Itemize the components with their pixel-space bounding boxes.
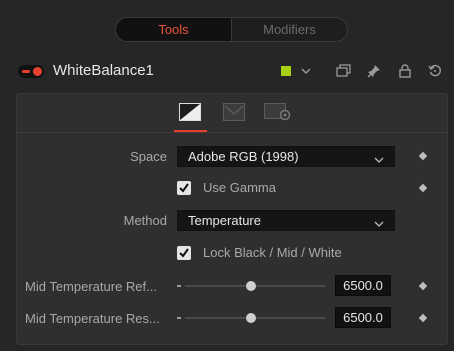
chevron-down-icon[interactable] <box>297 62 315 80</box>
reset-icon[interactable] <box>426 62 444 80</box>
white-balance-icon[interactable] <box>179 103 201 121</box>
mid-temperature-ref-label: Mid Temperature Ref... <box>25 279 157 294</box>
use-gamma-keyframe-diamond[interactable] <box>418 183 428 193</box>
method-value: Temperature <box>188 213 261 228</box>
pin-icon[interactable] <box>365 62 383 80</box>
settings-icon[interactable] <box>264 103 292 121</box>
use-gamma-label: Use Gamma <box>203 180 276 195</box>
toggle-knob <box>33 67 42 76</box>
mid-temperature-res-slider-knob[interactable] <box>246 313 256 323</box>
tool-header: WhiteBalance1 <box>0 58 454 84</box>
chevron-down-icon <box>374 216 384 231</box>
inspector-frame: Tools Modifiers WhiteBalance1 Space Adob… <box>0 0 454 351</box>
slider-start-dash <box>177 317 181 319</box>
space-keyframe-diamond[interactable] <box>418 151 428 161</box>
use-gamma-checkbox[interactable] <box>177 181 191 195</box>
lock-black-mid-white-label: Lock Black / Mid / White <box>203 245 342 260</box>
method-dropdown[interactable]: Temperature <box>177 210 395 231</box>
active-subtab-indicator <box>174 130 207 132</box>
tool-controls-panel: Space Adobe RGB (1998) Use Gamma Method … <box>16 93 448 345</box>
method-label: Method <box>123 213 167 228</box>
mid-temperature-res-input[interactable]: 6500.0 <box>335 307 391 328</box>
space-value: Adobe RGB (1998) <box>188 149 299 164</box>
tool-name[interactable]: WhiteBalance1 <box>53 62 154 79</box>
slider-start-dash <box>177 285 181 287</box>
tab-modifiers[interactable]: Modifiers <box>232 18 347 41</box>
mid-temperature-ref-slider-knob[interactable] <box>246 281 256 291</box>
mid-temperature-res-keyframe-diamond[interactable] <box>418 313 428 323</box>
mid-temperature-ref-input[interactable]: 6500.0 <box>335 275 391 296</box>
lock-black-mid-white-checkbox[interactable] <box>177 246 191 260</box>
tool-enable-toggle[interactable] <box>18 65 44 78</box>
inspector-tabs: Tools Modifiers <box>115 17 348 42</box>
space-dropdown[interactable]: Adobe RGB (1998) <box>177 146 395 167</box>
toggle-bar <box>22 70 30 73</box>
chevron-down-icon <box>374 152 384 167</box>
lock-icon[interactable] <box>396 62 414 80</box>
mid-temperature-res-label: Mid Temperature Res... <box>25 311 160 326</box>
tool-color-swatch[interactable] <box>281 66 291 76</box>
space-label: Space <box>130 149 167 164</box>
control-subtabs <box>17 94 447 133</box>
tab-tools[interactable]: Tools <box>116 18 232 41</box>
versions-icon[interactable] <box>335 62 353 80</box>
image-icon[interactable] <box>223 103 245 121</box>
mid-temperature-ref-keyframe-diamond[interactable] <box>418 281 428 291</box>
